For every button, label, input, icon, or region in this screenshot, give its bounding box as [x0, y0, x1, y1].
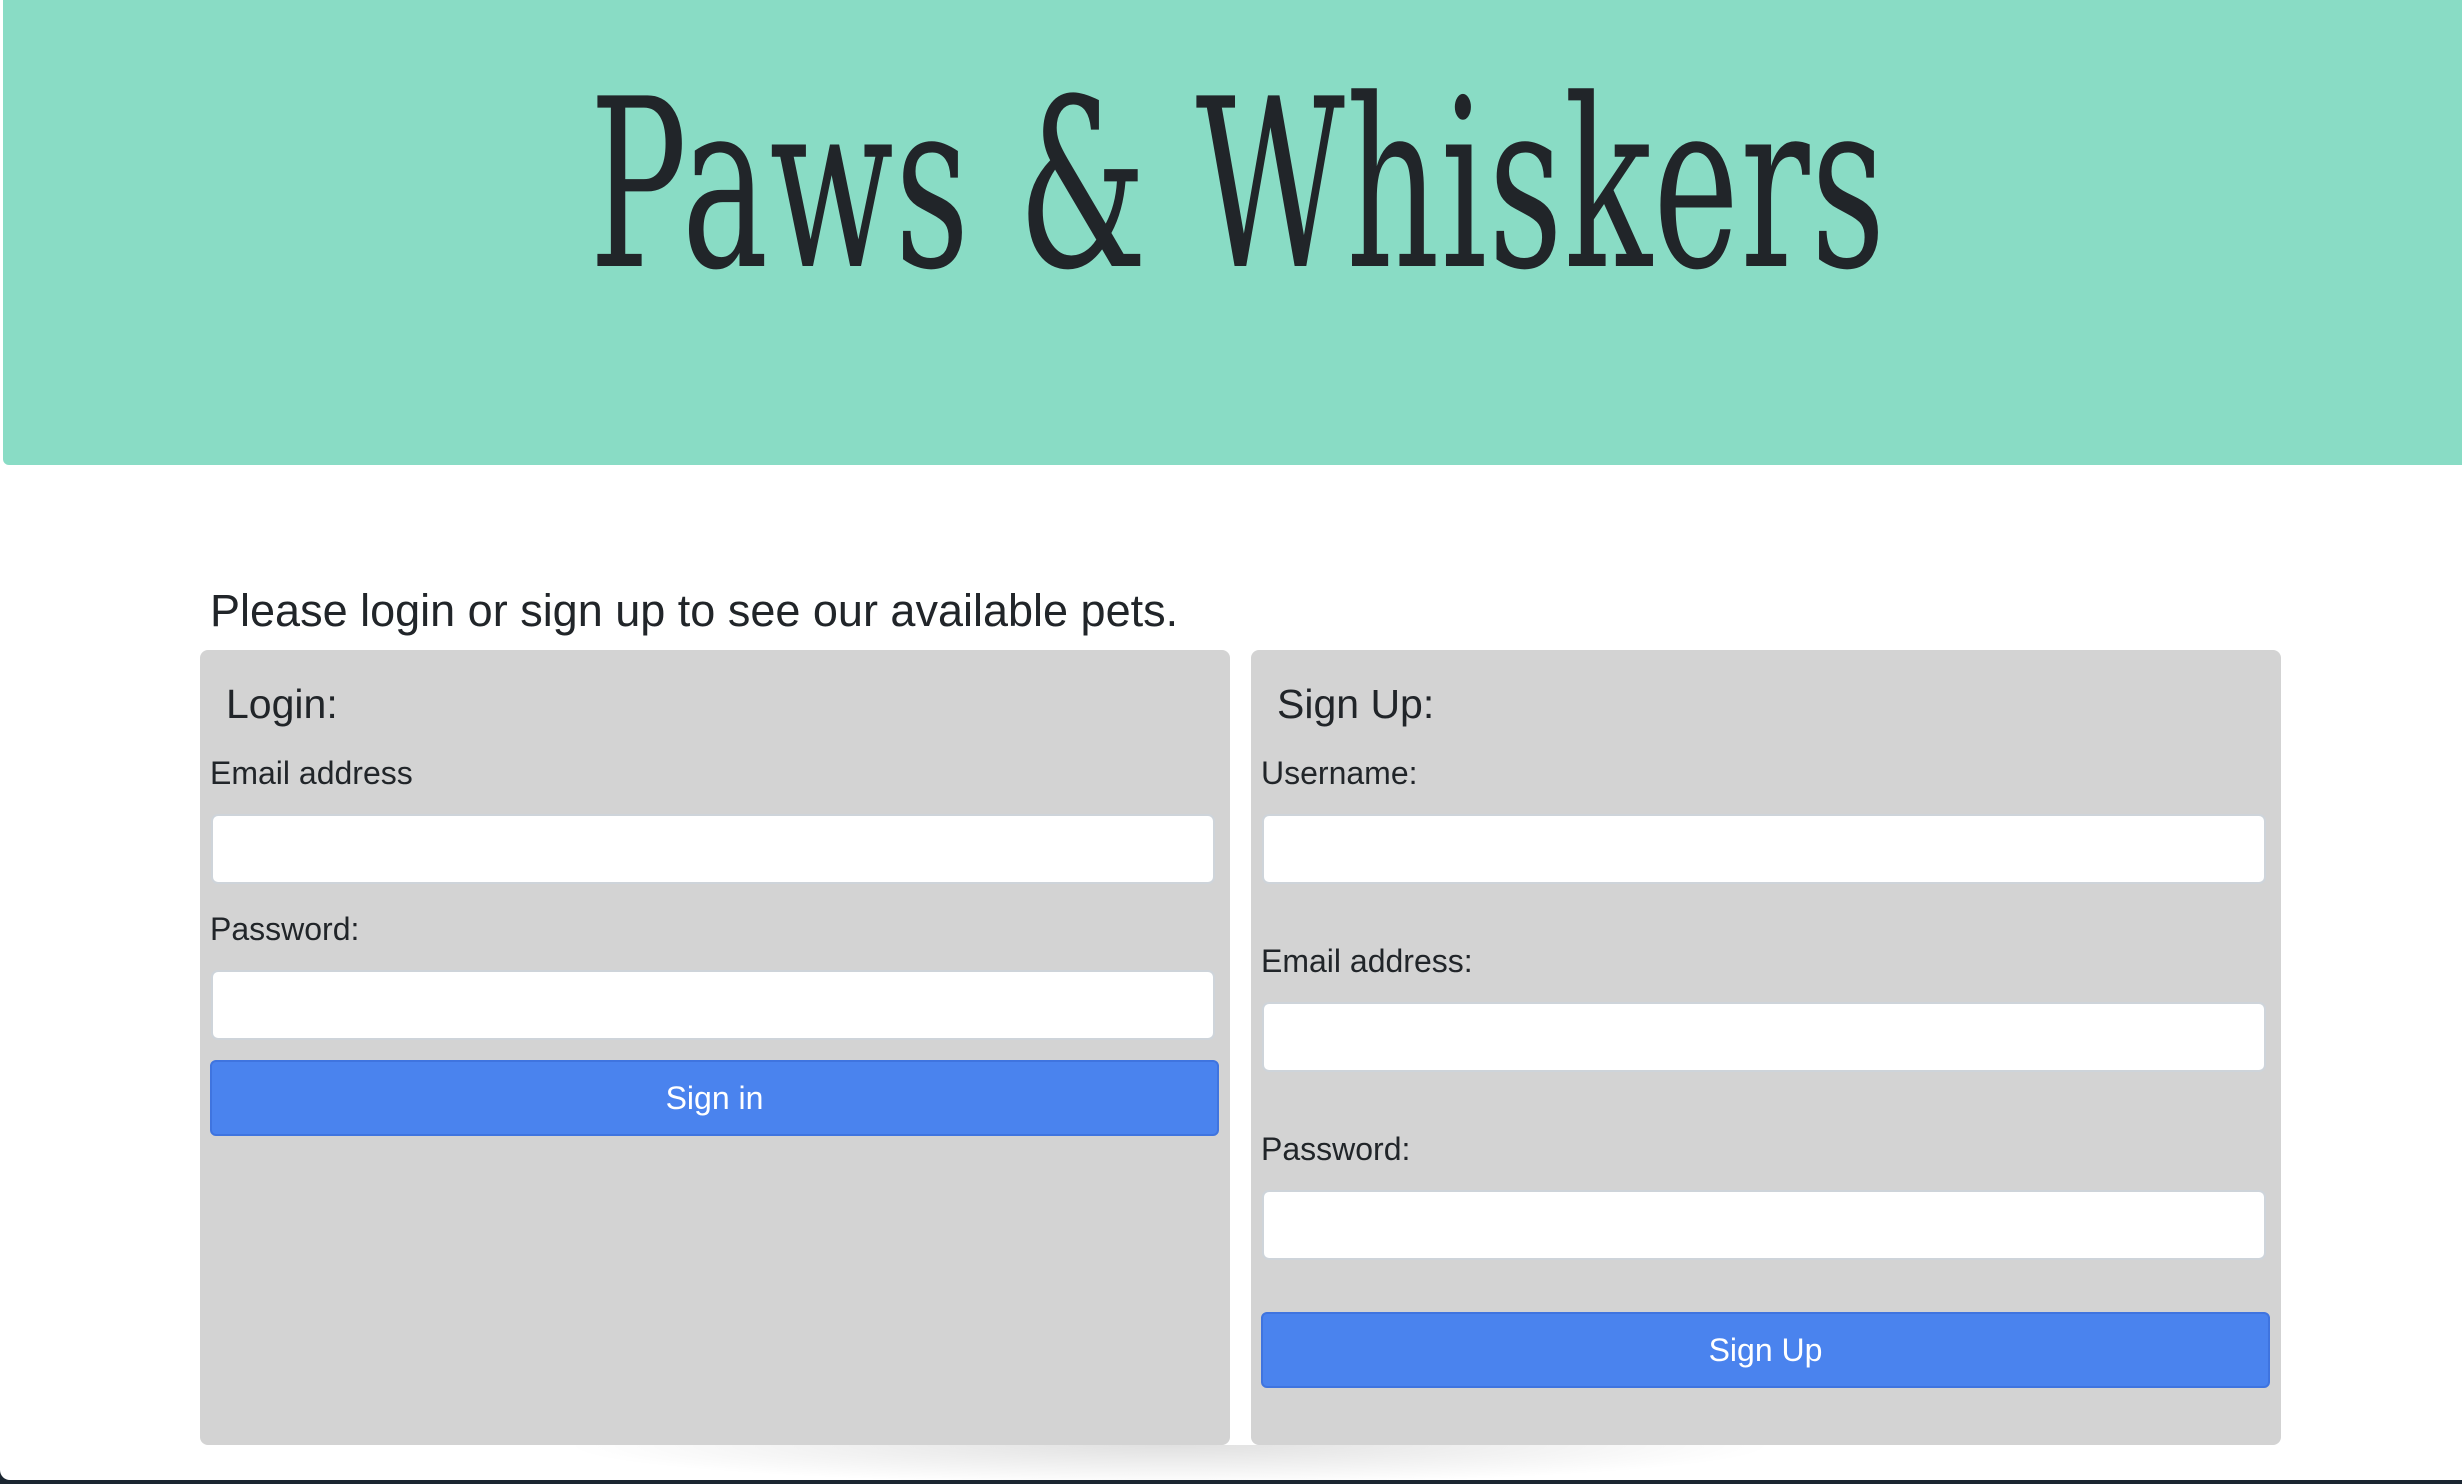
site-title: Paws & Whiskers	[589, 50, 1887, 322]
login-card: Login: Email address Password: Sign in	[200, 650, 1230, 1445]
signup-password-label: Password:	[1261, 1131, 1411, 1167]
bottom-shadow	[560, 1445, 1780, 1480]
signup-password-input[interactable]	[1262, 1190, 2266, 1260]
signup-card: Sign Up: Username: Email address: Passwo…	[1251, 650, 2281, 1445]
sign-up-button[interactable]: Sign Up	[1261, 1312, 2270, 1388]
login-password-input[interactable]	[211, 970, 1215, 1040]
hero-header: Paws & Whiskers	[3, 0, 2462, 465]
intro-message: Please login or sign up to see our avail…	[210, 585, 1179, 636]
login-title: Login:	[226, 681, 338, 727]
signup-username-input[interactable]	[1262, 814, 2266, 884]
sign-in-button[interactable]: Sign in	[210, 1060, 1219, 1136]
signup-email-input[interactable]	[1262, 1002, 2266, 1072]
signup-email-label: Email address:	[1261, 943, 1473, 979]
browser-viewport: Paws & Whiskers Please login or sign up …	[0, 0, 2462, 1480]
signup-title: Sign Up:	[1277, 681, 1435, 727]
signup-username-label: Username:	[1261, 755, 1418, 791]
login-password-label: Password:	[210, 911, 360, 947]
login-email-input[interactable]	[211, 814, 1215, 884]
login-email-label: Email address	[210, 755, 413, 791]
